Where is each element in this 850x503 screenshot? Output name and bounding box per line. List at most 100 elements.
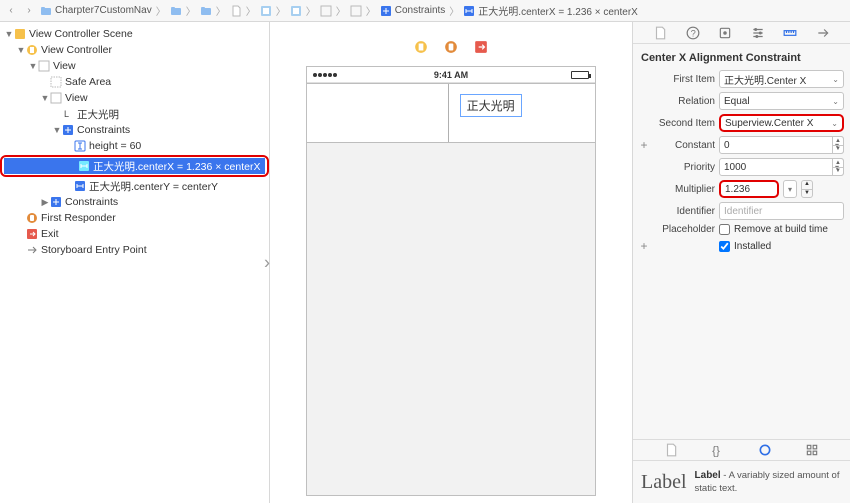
folder-icon xyxy=(170,5,182,17)
outline-row[interactable]: height = 60 xyxy=(0,138,269,154)
status-bar: 9:41 AM xyxy=(307,67,595,83)
canvas[interactable]: › 9:41 AM 正大光明 xyxy=(270,22,632,503)
crumb-view-2[interactable] xyxy=(350,5,362,17)
outline-row-label: Constraints xyxy=(65,196,118,208)
inspector-title: Center X Alignment Constraint xyxy=(639,50,844,70)
object-library-tab[interactable] xyxy=(756,442,774,458)
status-time: 9:41 AM xyxy=(434,70,468,80)
add-constant-button[interactable]: + xyxy=(639,138,649,152)
outline-row-label: Safe Area xyxy=(65,76,111,88)
cH-icon xyxy=(74,140,86,152)
view-icon xyxy=(38,60,50,72)
crumb-scene[interactable] xyxy=(290,5,302,17)
outline-row[interactable]: Exit xyxy=(0,226,269,242)
nav-back-button[interactable]: ‹ xyxy=(4,4,18,18)
constant-field[interactable]: 0▾▲▼ xyxy=(719,136,844,154)
attributes-inspector-tab[interactable] xyxy=(749,25,767,41)
signal-icon xyxy=(313,73,337,77)
canvas-vc-button[interactable] xyxy=(412,38,430,56)
priority-field[interactable]: 1000▾▲▼ xyxy=(719,158,844,176)
entry-icon xyxy=(26,244,38,256)
remove-at-build-checkbox[interactable]: Remove at build time xyxy=(719,224,828,235)
crumb-constraint-item[interactable]: 正大光明.centerX = 1.236 × centerX xyxy=(463,3,638,18)
selected-label[interactable]: 正大光明 xyxy=(460,94,522,117)
device-preview[interactable]: 9:41 AM 正大光明 xyxy=(306,66,596,496)
constraints-icon xyxy=(62,124,74,136)
media-library-tab[interactable] xyxy=(803,442,821,458)
disclosure-arrow-icon[interactable]: ▼ xyxy=(28,61,38,71)
outline-row[interactable]: Safe Area xyxy=(0,74,269,90)
identifier-field[interactable]: Identifier xyxy=(719,202,844,220)
identifier-label: Identifier xyxy=(653,206,715,217)
multiplier-dropdown[interactable]: ▾ xyxy=(783,180,797,198)
outline-row[interactable]: ▼Constraints xyxy=(0,122,269,138)
cX-icon xyxy=(74,180,86,192)
outline-row[interactable]: ▶ Constraints xyxy=(0,194,269,210)
relation-label: Relation xyxy=(653,96,715,107)
outline-row-label: View xyxy=(65,92,88,104)
outline-row[interactable]: ▼View xyxy=(0,58,269,74)
inspector-panel: Center X Alignment Constraint First Item… xyxy=(632,22,850,503)
placeholder-label: Placeholder xyxy=(653,224,715,235)
code-snippets-tab[interactable] xyxy=(709,442,727,458)
add-installed-button[interactable]: + xyxy=(639,239,649,253)
constant-label: Constant xyxy=(653,140,715,151)
disclosure-arrow-icon[interactable]: ▼ xyxy=(4,29,14,39)
outline-row[interactable]: First Responder xyxy=(0,210,269,226)
crumb-group-1[interactable] xyxy=(170,5,182,17)
folder-icon xyxy=(40,5,52,17)
file-inspector-tab[interactable] xyxy=(651,25,669,41)
crumb-group-2[interactable] xyxy=(200,5,212,17)
label-icon xyxy=(62,108,74,120)
disclosure-arrow-icon[interactable]: ▼ xyxy=(16,45,26,55)
size-inspector-tab[interactable] xyxy=(781,25,799,41)
outline-row[interactable]: 正大光明.centerY = centerY xyxy=(0,178,269,194)
disclosure-arrow-icon[interactable]: ▼ xyxy=(40,93,50,103)
crumb-constraints[interactable]: Constraints xyxy=(380,5,446,17)
relation-select[interactable]: Equal⌄ xyxy=(719,92,844,110)
second-item-select[interactable]: Superview.Center X⌄ xyxy=(719,114,844,132)
crumb-project[interactable]: Charpter7CustomNav xyxy=(40,5,152,17)
first-item-select[interactable]: 正大光明.Center X⌄ xyxy=(719,70,844,88)
installed-checkbox[interactable]: Installed xyxy=(719,241,771,252)
nav-forward-button[interactable]: › xyxy=(22,4,36,18)
multiplier-stepper[interactable]: ▲▼ xyxy=(801,180,813,198)
outline-row-label: View Controller xyxy=(41,44,112,56)
help-inspector-tab[interactable] xyxy=(684,25,702,41)
container-view[interactable]: 正大光明 xyxy=(307,83,595,143)
multiplier-label: Multiplier xyxy=(653,184,715,195)
file-templates-tab[interactable] xyxy=(662,442,680,458)
outline-row[interactable]: 正大光明 xyxy=(0,106,269,122)
canvas-toolbar xyxy=(412,38,490,56)
crumb-view[interactable] xyxy=(320,5,332,17)
multiplier-field[interactable]: 1.236 xyxy=(719,180,779,198)
priority-stepper[interactable]: ▲▼ xyxy=(832,158,844,176)
canvas-exit-button[interactable] xyxy=(472,38,490,56)
outline-toggle-icon[interactable]: › xyxy=(264,252,270,273)
document-outline[interactable]: ▼View Controller Scene▼View Controller▼V… xyxy=(0,22,270,503)
outline-row-label: 正大光明 xyxy=(77,107,119,122)
label-object-icon: Label xyxy=(641,471,687,494)
file-icon xyxy=(230,5,242,17)
safe-icon xyxy=(50,76,62,88)
outline-row-label: 正大光明.centerY = centerY xyxy=(89,179,218,194)
canvas-fr-button[interactable] xyxy=(442,38,460,56)
outline-row[interactable]: ▼ View Controller xyxy=(0,42,269,58)
disclosure-arrow-icon[interactable]: ▶ xyxy=(40,197,50,208)
disclosure-arrow-icon[interactable]: ▼ xyxy=(52,125,62,135)
constant-stepper[interactable]: ▲▼ xyxy=(832,136,844,154)
vc-icon xyxy=(26,44,38,56)
crumb-file[interactable] xyxy=(230,5,242,17)
library-item-label[interactable]: Label Label - A variably sized amount of… xyxy=(633,461,850,503)
chevron-down-icon: ⌄ xyxy=(831,119,838,128)
outline-row[interactable]: ▼View Controller Scene xyxy=(0,26,269,42)
identity-inspector-tab[interactable] xyxy=(716,25,734,41)
first-item-label: First Item xyxy=(653,74,715,85)
outline-row[interactable]: Storyboard Entry Point xyxy=(0,242,269,258)
crumb-storyboard[interactable] xyxy=(260,5,272,17)
outline-row[interactable]: 正大光明.centerX = 1.236 × centerX xyxy=(4,158,265,174)
connections-inspector-tab[interactable] xyxy=(814,25,832,41)
library-tabs xyxy=(633,439,850,461)
outline-row-label: First Responder xyxy=(41,212,116,224)
outline-row[interactable]: ▼ View xyxy=(0,90,269,106)
